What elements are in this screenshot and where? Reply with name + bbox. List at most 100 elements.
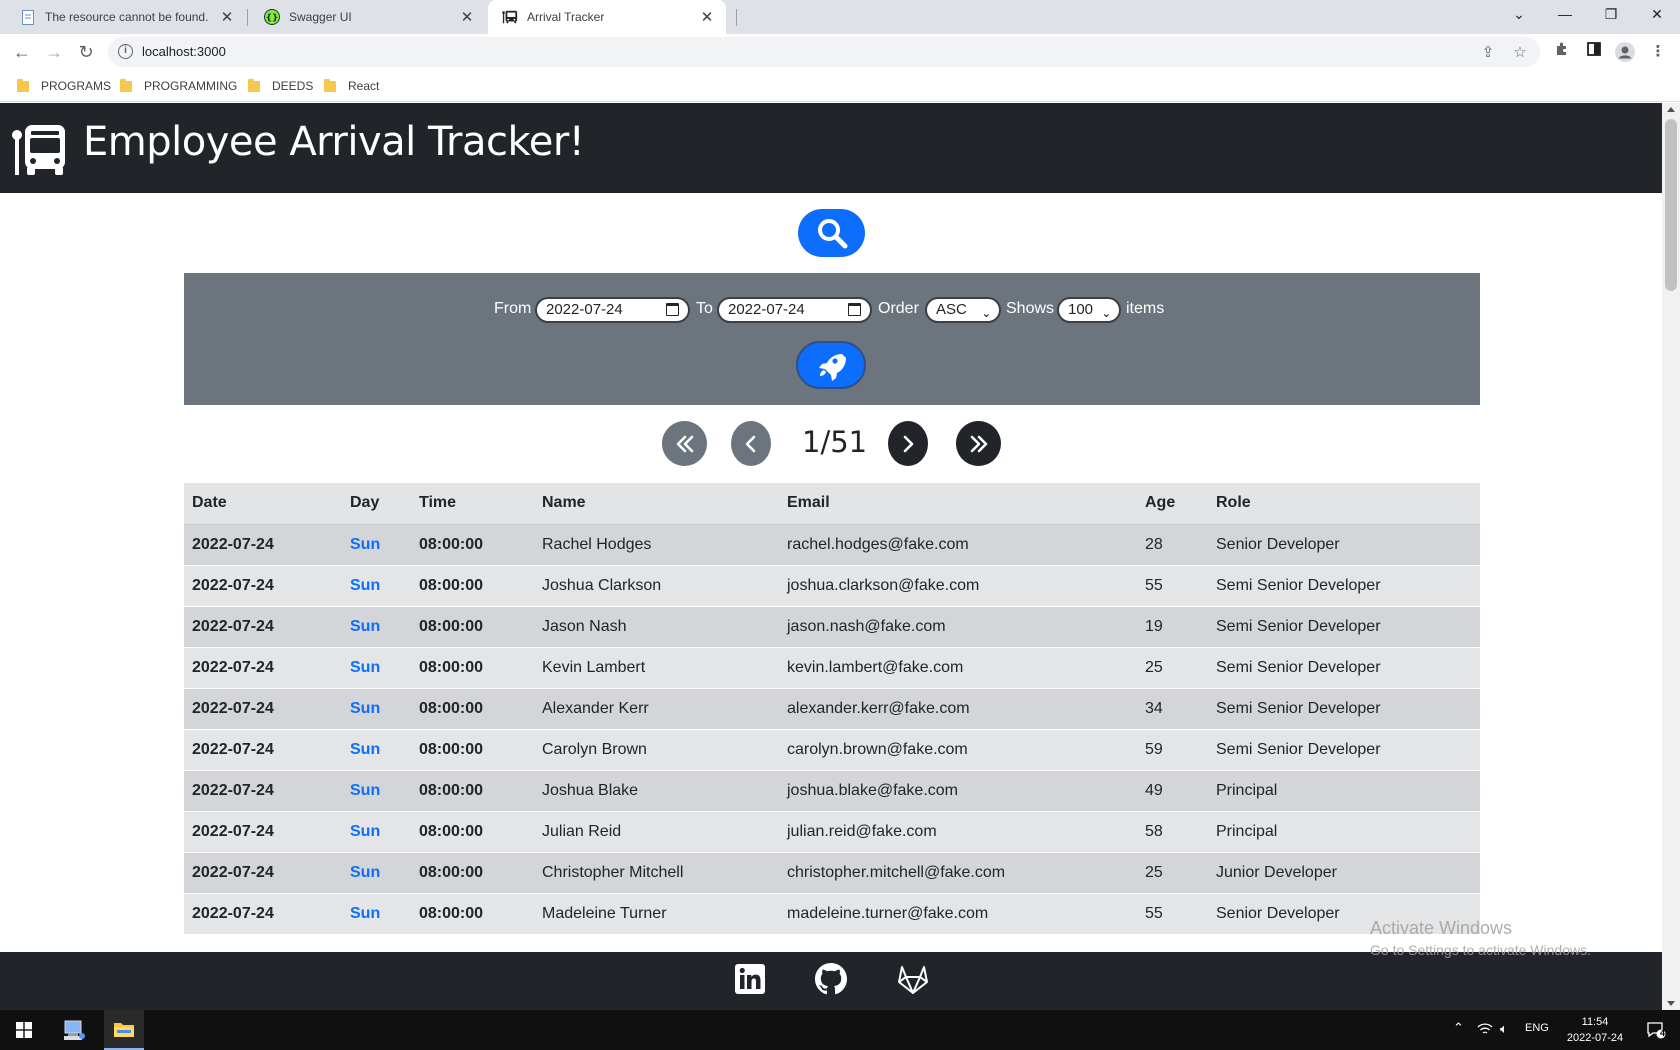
start-button[interactable] (4, 1010, 44, 1050)
cell-age: 25 (1137, 647, 1208, 689)
chevron-right-icon (903, 435, 914, 452)
tab-arrival-tracker[interactable]: Arrival Tracker ✕ (488, 0, 726, 34)
submit-filter-button[interactable] (796, 341, 866, 389)
cell-day: Sun (342, 893, 411, 935)
order-value: ASC (936, 301, 967, 318)
address-bar[interactable]: i localhost:3000 ⇪ ☆ (108, 37, 1540, 67)
github-icon[interactable] (814, 962, 848, 996)
wifi-icon[interactable] (1477, 1022, 1493, 1039)
swagger-icon: {} (264, 9, 280, 25)
cell-role: Semi Senior Developer (1208, 606, 1480, 648)
url-text[interactable]: localhost:3000 (142, 44, 226, 59)
page-scrollbar[interactable] (1662, 103, 1680, 1010)
document-icon (20, 9, 36, 25)
folder-icon (324, 78, 336, 92)
column-header-date[interactable]: Date (184, 483, 342, 525)
minimize-icon[interactable]: — (1542, 0, 1588, 30)
scroll-down-arrow-icon[interactable] (1667, 1001, 1675, 1006)
next-page-button[interactable] (888, 421, 928, 466)
tab-title: Arrival Tracker (527, 10, 605, 24)
cell-name: Kevin Lambert (534, 647, 779, 689)
scroll-up-arrow-icon[interactable] (1667, 107, 1675, 112)
column-header-email[interactable]: Email (779, 483, 1137, 525)
activate-windows-watermark: Activate Windows Go to Settings to activ… (1370, 918, 1591, 958)
column-header-age[interactable]: Age (1137, 483, 1208, 525)
tray-chevron-up-icon[interactable]: ⌃ (1453, 1020, 1464, 1036)
last-page-button[interactable] (956, 421, 1001, 466)
from-date-input[interactable]: 2022-07-24 (535, 297, 690, 323)
folder-icon (17, 78, 29, 92)
bookmark-deeds[interactable]: DEEDS (248, 76, 313, 96)
cell-age: 34 (1137, 688, 1208, 730)
reload-icon[interactable]: ↻ (73, 39, 99, 65)
cell-email: joshua.blake@fake.com (779, 770, 1137, 812)
bookmark-label: React (348, 79, 380, 93)
cell-time: 08:00:00 (411, 606, 534, 648)
table-row: 2022-07-24 Sun 08:00:00 Christopher Mitc… (184, 852, 1480, 894)
extensions-icon[interactable] (1552, 42, 1572, 62)
close-tab-icon[interactable]: ✕ (218, 8, 236, 26)
column-header-role[interactable]: Role (1208, 483, 1480, 525)
cell-role: Principal (1208, 770, 1480, 812)
bookmark-star-icon[interactable]: ☆ (1510, 43, 1530, 63)
bookmark-programs[interactable]: PROGRAMS (17, 76, 111, 96)
cell-time: 08:00:00 (411, 729, 534, 771)
close-tab-icon[interactable]: ✕ (458, 8, 476, 26)
bookmark-react[interactable]: React (324, 76, 379, 96)
system-clock[interactable]: 11:54 2022-07-24 (1560, 1014, 1630, 1046)
bookmark-programming[interactable]: PROGRAMMING (120, 76, 237, 96)
restore-icon[interactable]: ❐ (1588, 0, 1634, 30)
share-icon[interactable]: ⇪ (1478, 43, 1498, 63)
cell-age: 28 (1137, 524, 1208, 566)
first-page-button[interactable] (662, 421, 707, 466)
cell-age: 25 (1137, 852, 1208, 894)
arrivals-table: Date Day Time Name Email Age Role 2022-0… (184, 483, 1480, 935)
to-label: To (696, 300, 713, 317)
tab-swagger-ui[interactable]: {} Swagger UI ✕ (250, 0, 486, 34)
input-language[interactable]: ENG (1525, 1022, 1549, 1034)
browser-menu-icon[interactable]: ⋮ (1648, 42, 1668, 62)
calendar-icon[interactable] (848, 303, 861, 316)
cell-role: Semi Senior Developer (1208, 688, 1480, 730)
file-explorer-app-icon[interactable] (104, 1010, 144, 1050)
back-icon[interactable]: ← (9, 39, 35, 65)
table-row: 2022-07-24 Sun 08:00:00 Alexander Kerr a… (184, 688, 1480, 730)
network-computer-app-icon[interactable] (54, 1010, 94, 1050)
tab-resource-not-found[interactable]: The resource cannot be found. ✕ (6, 0, 246, 34)
side-panel-icon[interactable] (1584, 42, 1604, 62)
previous-page-button[interactable] (731, 421, 771, 466)
gitlab-icon[interactable] (896, 962, 930, 996)
linkedin-icon[interactable] (733, 962, 767, 996)
to-date-input[interactable]: 2022-07-24 (717, 297, 872, 323)
search-button[interactable] (798, 209, 865, 257)
tab-search-chevron-icon[interactable]: ⌄ (1496, 0, 1542, 30)
calendar-icon[interactable] (666, 303, 679, 316)
clock-time: 11:54 (1581, 1016, 1609, 1028)
folder-icon (120, 78, 132, 92)
cell-time: 08:00:00 (411, 688, 534, 730)
clock-date: 2022-07-24 (1566, 1032, 1624, 1044)
column-header-name[interactable]: Name (534, 483, 779, 525)
column-header-time[interactable]: Time (411, 483, 534, 525)
close-window-icon[interactable]: ✕ (1634, 0, 1680, 30)
order-select[interactable]: ASC ⌄ (925, 297, 1001, 323)
page-size-select[interactable]: 100 ⌄ (1057, 297, 1121, 323)
page-footer (0, 952, 1662, 1010)
cell-age: 19 (1137, 606, 1208, 648)
scrollbar-thumb[interactable] (1665, 119, 1677, 291)
cell-name: Carolyn Brown (534, 729, 779, 771)
from-label: From (494, 300, 532, 317)
cell-role: Semi Senior Developer (1208, 729, 1480, 771)
cell-day: Sun (342, 565, 411, 607)
volume-muted-icon[interactable]: 🔈︎ (1500, 1021, 1508, 1037)
site-info-icon[interactable]: i (118, 44, 133, 59)
notification-center-icon[interactable]: 4 (1636, 1010, 1676, 1050)
cell-name: Rachel Hodges (534, 524, 779, 566)
folder-icon (248, 78, 260, 92)
close-tab-icon[interactable]: ✕ (698, 8, 716, 26)
cell-date: 2022-07-24 (184, 893, 342, 935)
bus-icon (502, 9, 518, 25)
forward-icon[interactable]: → (41, 39, 67, 65)
profile-avatar-icon[interactable] (1615, 42, 1635, 62)
column-header-day[interactable]: Day (342, 483, 411, 525)
